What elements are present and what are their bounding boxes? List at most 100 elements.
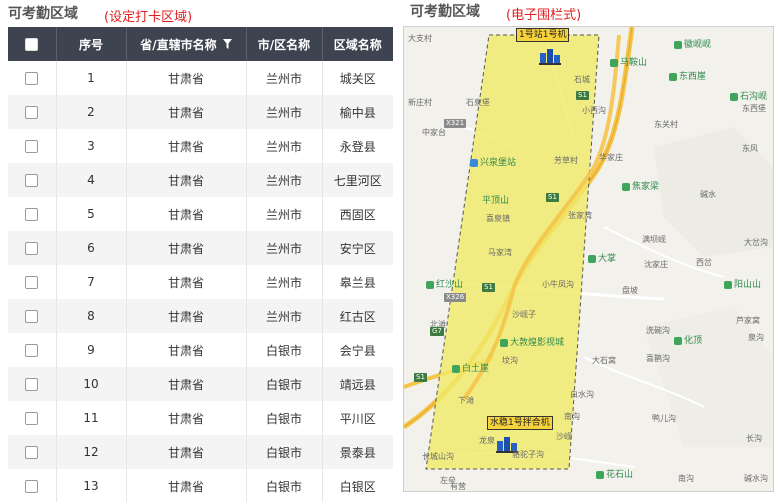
station-icon-top[interactable] xyxy=(539,47,561,65)
table-header-row: 序号 省/直辖市名称 市/区名称 区域名称 xyxy=(8,27,393,61)
map-label: 满坝岘 xyxy=(642,235,666,244)
row-checkbox[interactable] xyxy=(8,95,57,129)
row-checkbox[interactable] xyxy=(8,197,57,231)
cell-city: 白银市 xyxy=(246,435,323,469)
cell-city: 兰州市 xyxy=(246,265,323,299)
map-label: 南沟 xyxy=(564,412,580,421)
filter-icon[interactable] xyxy=(222,38,232,52)
row-checkbox[interactable] xyxy=(8,367,57,401)
cell-city: 兰州市 xyxy=(246,61,323,95)
cell-city: 兰州市 xyxy=(246,197,323,231)
map-label: 新庄村 xyxy=(408,98,432,107)
column-header-city[interactable]: 市/区名称 xyxy=(246,27,323,61)
table-row[interactable]: 3 甘肃省 兰州市 永登县 xyxy=(8,129,393,163)
cell-city: 兰州市 xyxy=(246,163,323,197)
cell-region: 会宁县 xyxy=(339,343,376,358)
column-header-province[interactable]: 省/直辖市名称 xyxy=(126,27,247,61)
table-row[interactable]: 12 甘肃省 白银市 景泰县 xyxy=(8,435,393,469)
column-header-region[interactable]: 区域名称 xyxy=(322,27,393,61)
cell-city: 白银市 xyxy=(246,469,323,502)
cell-index: 10 xyxy=(56,367,127,401)
table-row[interactable]: 6 甘肃省 兰州市 安宁区 xyxy=(8,231,393,265)
cell-index: 8 xyxy=(56,299,127,333)
row-checkbox[interactable] xyxy=(8,231,57,265)
station-label-top[interactable]: 1号站1号机 xyxy=(516,28,570,42)
row-checkbox[interactable] xyxy=(8,129,57,163)
map-label: 大岔沟 xyxy=(744,238,768,247)
table-row[interactable]: 7 甘肃省 兰州市 皋兰县 xyxy=(8,265,393,299)
poi-film-city[interactable]: 大敦煌影视城 xyxy=(500,335,564,348)
poi-mountain[interactable]: 石沟岘 xyxy=(730,89,767,102)
cell-province: 甘肃省 xyxy=(126,299,247,333)
table-row[interactable]: 2 甘肃省 兰州市 榆中县 xyxy=(8,95,393,129)
cell-province: 甘肃省 xyxy=(126,129,247,163)
row-checkbox[interactable] xyxy=(8,469,57,502)
cell-region: 红古区 xyxy=(339,309,376,324)
row-checkbox[interactable] xyxy=(8,61,57,95)
poi-station[interactable]: 兴泉堡站 xyxy=(470,155,516,168)
map-label: 泉沟 xyxy=(748,333,764,342)
poi-mountain[interactable]: 阳山山 xyxy=(724,277,761,290)
poi-hill[interactable]: 红沙山 xyxy=(426,277,463,290)
map-label: 中家台 xyxy=(422,128,446,137)
station-label-bottom[interactable]: 水稳1号拌合机 xyxy=(487,416,553,430)
map-label: 平顶山 xyxy=(482,196,510,206)
cell-province: 甘肃省 xyxy=(126,231,247,265)
column-header-index[interactable]: 序号 xyxy=(56,27,127,61)
row-checkbox[interactable] xyxy=(8,333,57,367)
row-checkbox[interactable] xyxy=(8,299,57,333)
cell-index: 3 xyxy=(56,129,127,163)
table-row[interactable]: 8 甘肃省 兰州市 红古区 xyxy=(8,299,393,333)
poi-mountain[interactable]: 徽岘岘 xyxy=(674,37,711,50)
cell-province: 甘肃省 xyxy=(126,197,247,231)
row-checkbox[interactable] xyxy=(8,401,57,435)
cell-province: 甘肃省 xyxy=(126,469,247,502)
map-label: 骆驼子沟 xyxy=(512,450,544,459)
map-label: 小西沟 xyxy=(582,106,606,115)
road-badge: S1 xyxy=(414,373,427,382)
cell-index: 7 xyxy=(56,265,127,299)
row-checkbox[interactable] xyxy=(8,435,57,469)
map-label: 喜鹊沟 xyxy=(646,354,670,363)
table-row[interactable]: 11 甘肃省 白银市 平川区 xyxy=(8,401,393,435)
poi-mountain[interactable]: 焦家梁 xyxy=(622,179,659,192)
map-label: 碱水沟 xyxy=(744,474,768,483)
poi-mountain[interactable]: 花石山 xyxy=(596,467,633,480)
poi-mountain[interactable]: 东西崖 xyxy=(669,69,706,82)
cell-index: 5 xyxy=(56,197,127,231)
table-row[interactable]: 13 甘肃省 白银市 白银区 xyxy=(8,469,393,502)
cell-province: 甘肃省 xyxy=(126,163,247,197)
road-badge: G7 xyxy=(430,327,444,336)
map-label: 芦家窝 xyxy=(736,316,760,325)
map-label: 有营 xyxy=(450,482,466,491)
table-row[interactable]: 4 甘肃省 兰州市 七里河区 xyxy=(8,163,393,197)
cell-index: 1 xyxy=(56,61,127,95)
left-panel-note: (设定打卡区域) xyxy=(104,10,193,25)
table-row[interactable]: 9 甘肃省 白银市 会宁县 xyxy=(8,333,393,367)
map-label: 沙岘 xyxy=(556,432,572,441)
map-label: 碱水 xyxy=(700,190,716,199)
select-all-checkbox[interactable] xyxy=(8,27,57,61)
road-badge: X321 xyxy=(444,119,467,128)
table-row[interactable]: 5 甘肃省 兰州市 西固区 xyxy=(8,197,393,231)
cell-index: 11 xyxy=(56,401,127,435)
geofence-map[interactable]: 1号站1号机 水稳1号拌合机 大支村 石城 新庄村 石泉堡 中家台 兴泉堡站 华… xyxy=(403,26,774,492)
map-label: 张家湾 xyxy=(568,211,592,220)
table-row[interactable]: 1 甘肃省 兰州市 城关区 xyxy=(8,61,393,95)
poi-hill[interactable]: 白土崖 xyxy=(452,361,489,374)
poi-mountain[interactable]: 化顶 xyxy=(674,333,702,346)
cell-index: 2 xyxy=(56,95,127,129)
poi-mountain[interactable]: 大掌 xyxy=(588,251,616,264)
cell-index: 9 xyxy=(56,333,127,367)
attendance-region-table: 序号 省/直辖市名称 市/区名称 区域名称 1 甘肃省 兰州市 城关区 2 甘肃省 兰州市榆… xyxy=(8,27,393,502)
right-panel-note: (电子围栏式) xyxy=(506,8,582,23)
table-row[interactable]: 10 甘肃省 白银市 靖远县 xyxy=(8,367,393,401)
cell-region: 永登县 xyxy=(339,139,376,154)
road-badge: X326 xyxy=(444,293,467,302)
poi-mountain[interactable]: 马鞍山 xyxy=(610,55,647,68)
row-checkbox[interactable] xyxy=(8,163,57,197)
map-label: 马家湾 xyxy=(488,248,512,257)
row-checkbox[interactable] xyxy=(8,265,57,299)
map-label: 洗碗沟 xyxy=(646,326,670,335)
cell-region: 靖远县 xyxy=(339,377,376,392)
